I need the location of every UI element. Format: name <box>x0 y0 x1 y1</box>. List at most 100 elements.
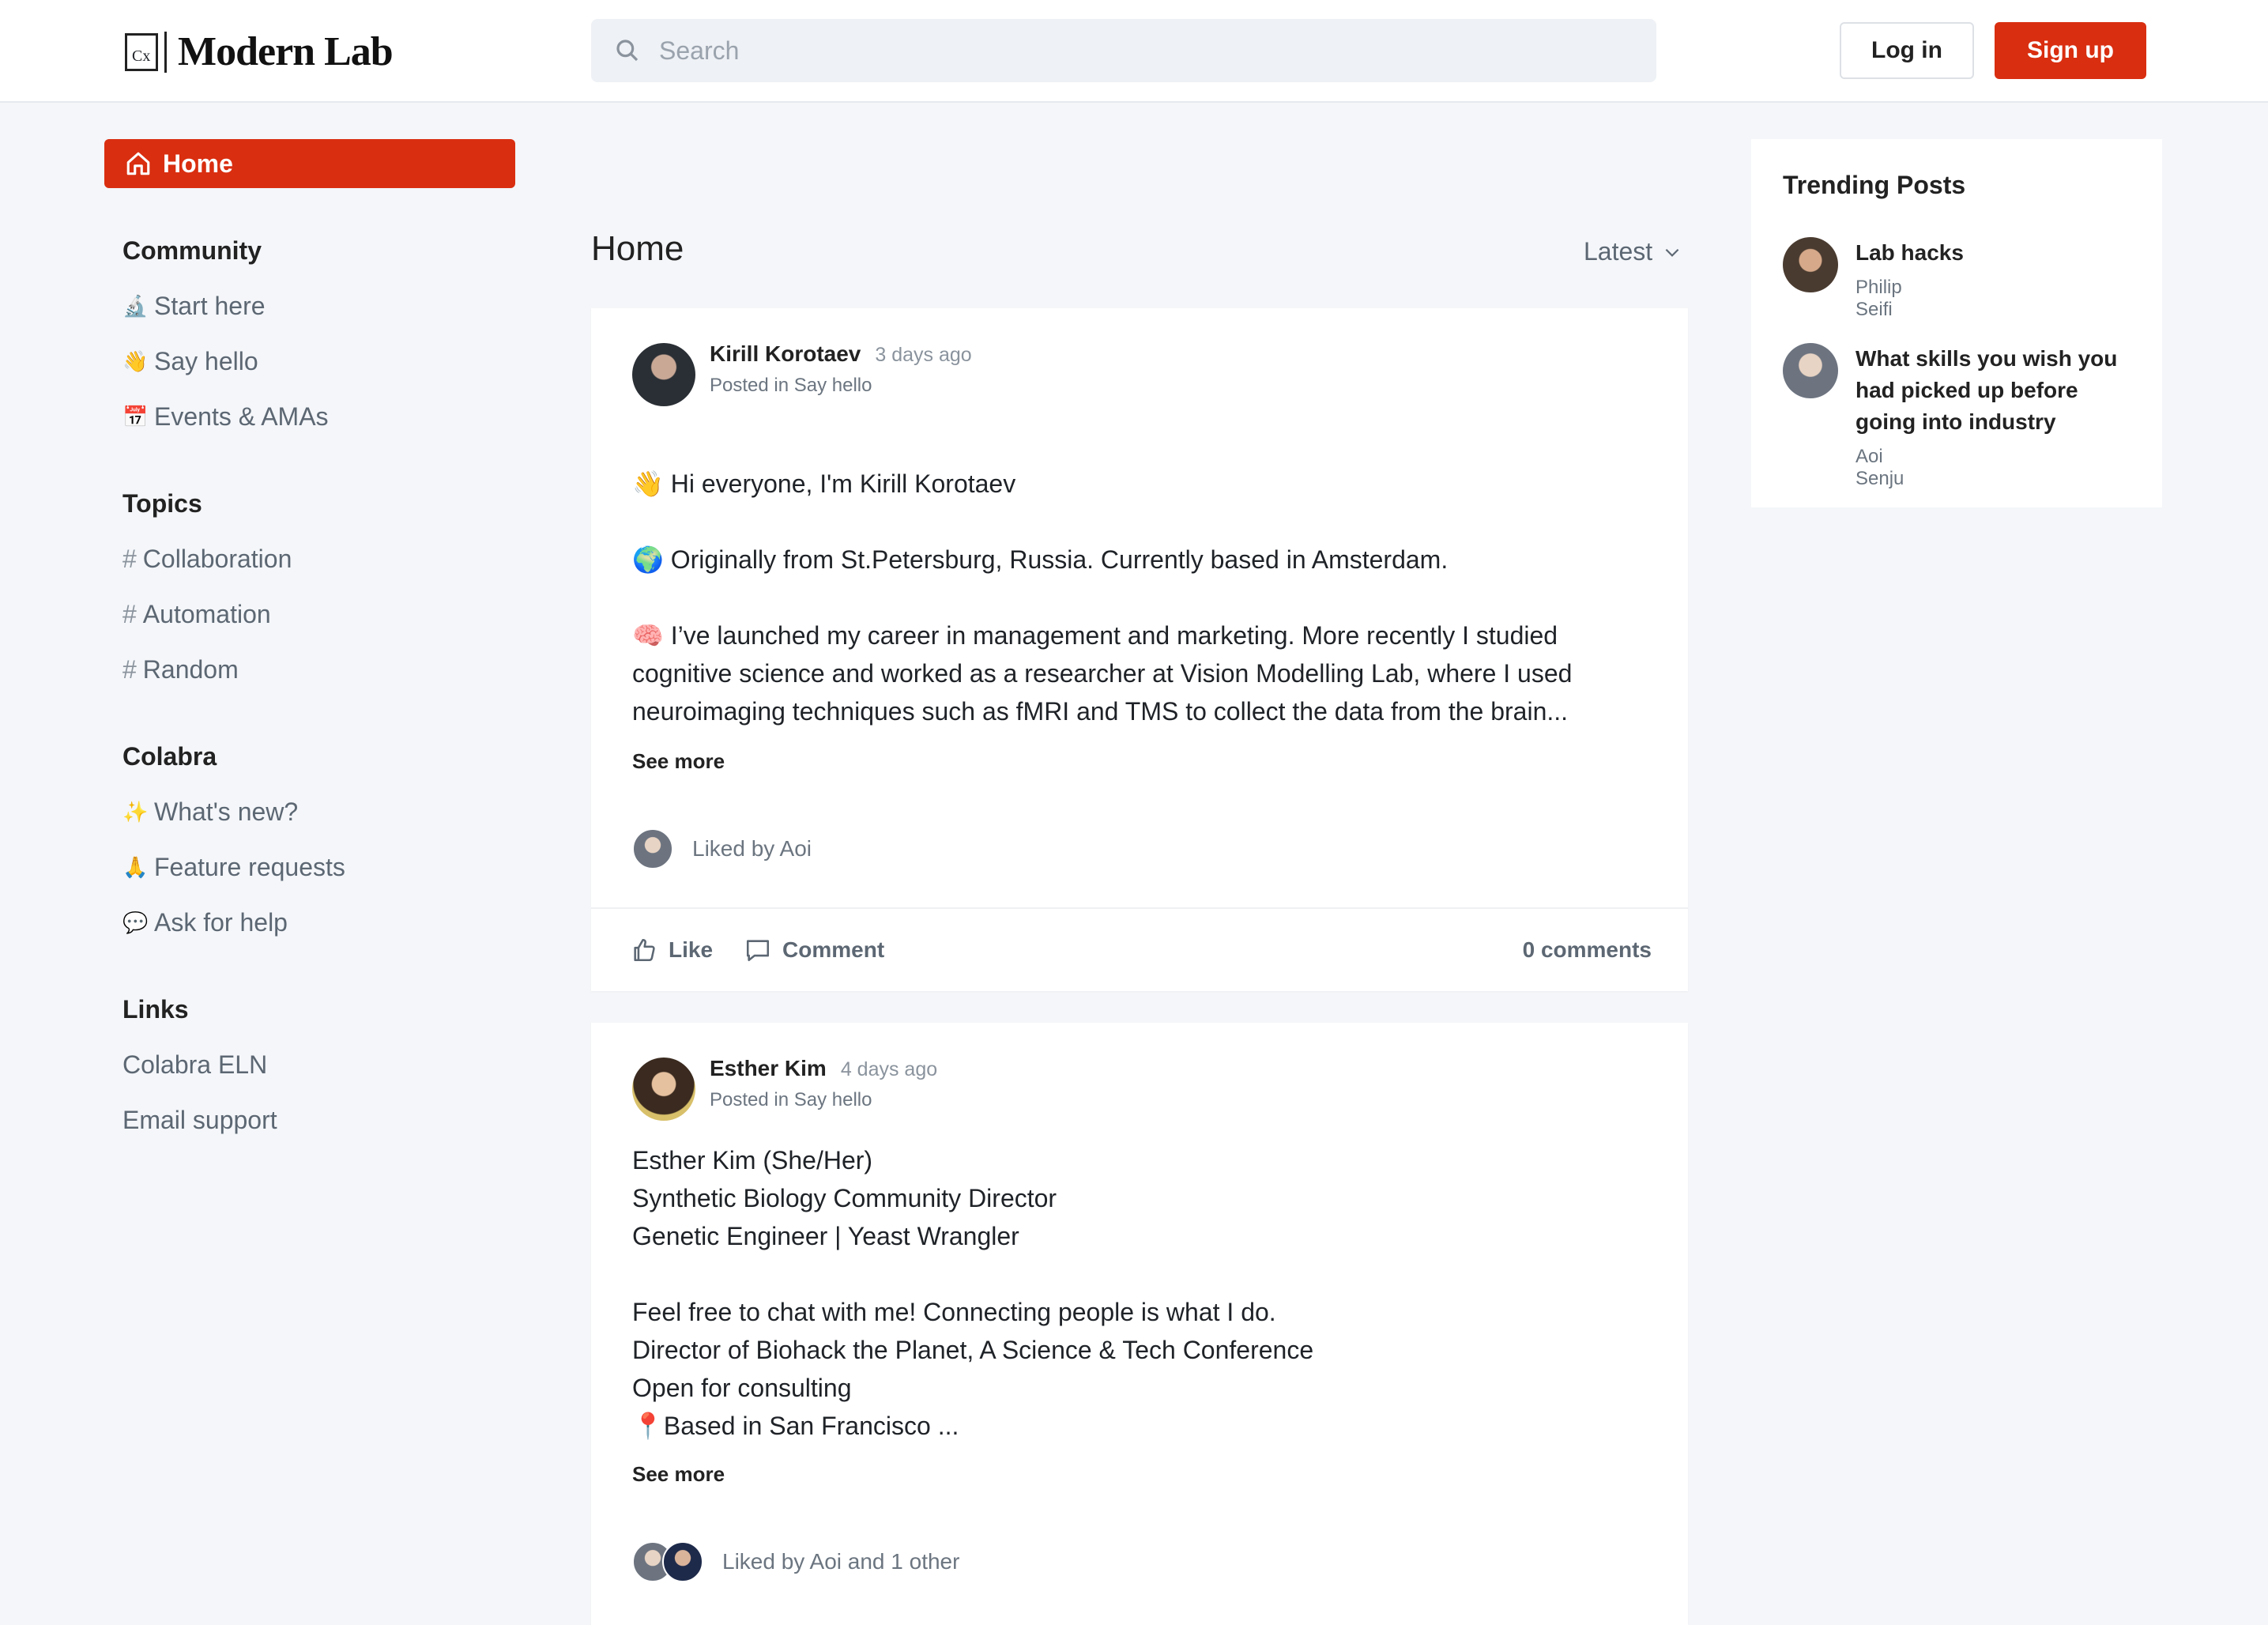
avatar <box>1783 343 1838 398</box>
home-icon <box>126 152 150 175</box>
trending-item-title: What skills you wish you had picked up b… <box>1855 346 2118 434</box>
post-line-spacer <box>632 503 1652 541</box>
posted-in[interactable]: Posted in Say hello <box>710 375 872 397</box>
post-line: 🌍 Originally from St.Petersburg, Russia.… <box>632 545 1449 574</box>
sidebar-item-events[interactable]: 📅 Events & AMAs <box>122 389 329 444</box>
thumbs-up-icon <box>634 938 655 962</box>
see-more-link[interactable]: See more <box>632 749 725 774</box>
avatar <box>1783 237 1838 292</box>
sidebar-item-whats-new[interactable]: ✨ What's new? <box>122 784 345 839</box>
sidebar-heading: Colabra <box>122 742 217 771</box>
post-card: Esther Kim 4 days ago Posted in Say hello… <box>591 1023 1688 1625</box>
sidebar-item-label: What's new? <box>154 797 299 826</box>
avatar[interactable] <box>632 343 695 406</box>
logo-mark: Cx <box>125 32 158 71</box>
sidebar-item-label: Say hello <box>154 347 258 375</box>
logo[interactable]: Cx Modern Lab <box>125 28 394 75</box>
avatar[interactable] <box>632 1058 695 1121</box>
liked-by[interactable]: Liked by Aoi and 1 other <box>632 1541 959 1582</box>
post-line: Feel free to chat with me! Connecting pe… <box>632 1298 1276 1326</box>
sidebar-item-random[interactable]: # Random <box>122 642 292 697</box>
post-line: Director of Biohack the Planet, A Scienc… <box>632 1336 1314 1364</box>
post-line: Synthetic Biology Community Director <box>632 1184 1057 1212</box>
trending-posts-panel: Trending Posts Lab hacks Philip Seifi Wh… <box>1751 139 2162 507</box>
sidebar-section-colabra: Colabra ✨ What's new? 🙏 Feature requests 💬… <box>122 729 345 950</box>
sort-label: Latest <box>1584 237 1653 266</box>
sidebar-section-community: Community 🔬 Start here 👋 Say hello 📅 Events… <box>122 223 329 444</box>
post-actions: Like Comment 0 comments <box>591 907 1688 991</box>
post-body: 👋 Hi everyone, I'm Kirill Korotaev 🌍 Ori… <box>632 465 1652 730</box>
liked-by[interactable]: Liked by Aoi <box>632 828 812 869</box>
login-button[interactable]: Log in <box>1840 22 1974 79</box>
sidebar-item-label: Events & AMAs <box>154 402 329 431</box>
post-line: 👋 Hi everyone, I'm Kirill Korotaev <box>632 469 1016 498</box>
hash-icon: # <box>122 545 137 573</box>
sidebar-section-links: Links Colabra ELN Email support <box>122 982 277 1148</box>
post-line-spacer <box>632 579 1652 616</box>
posted-in[interactable]: Posted in Say hello <box>710 1089 872 1111</box>
sidebar-item-automation[interactable]: # Automation <box>122 586 292 642</box>
post-line: 📍Based in San Francisco ... <box>632 1412 959 1440</box>
trending-item-author: Aoi Senju <box>1855 446 1904 489</box>
post-card: Kirill Korotaev 3 days ago Posted in Say … <box>591 308 1688 991</box>
like-label: Like <box>669 937 714 962</box>
comment-button[interactable]: Comment <box>744 937 884 963</box>
post-author[interactable]: Esther Kim 4 days ago <box>710 1056 937 1081</box>
post-body: Esther Kim (She/Her) Synthetic Biology C… <box>632 1141 1652 1445</box>
sidebar-item-label: Email support <box>122 1106 277 1134</box>
sidebar-item-ask-for-help[interactable]: 💬 Ask for help <box>122 895 345 950</box>
sidebar-item-label: Automation <box>142 600 271 628</box>
search-input[interactable] <box>657 35 1609 66</box>
sidebar-item-feature-requests[interactable]: 🙏 Feature requests <box>122 839 345 895</box>
avatar <box>662 1541 703 1582</box>
calendar-icon: 📅 <box>122 405 149 428</box>
pray-icon: 🙏 <box>122 855 149 879</box>
sidebar-item-label: Colabra ELN <box>122 1050 268 1079</box>
comments-count[interactable]: 0 comments <box>1523 937 1652 963</box>
sidebar-item-home[interactable]: Home <box>104 139 515 188</box>
trending-title: Trending Posts <box>1783 171 1966 199</box>
sidebar-item-label: Feature requests <box>154 853 345 881</box>
liked-by-text: Liked by Aoi <box>692 836 812 861</box>
page-title: Home <box>591 229 684 268</box>
sidebar-section-topics: Topics # Collaboration # Automation # Rando… <box>122 476 292 697</box>
sidebar-item-say-hello[interactable]: 👋 Say hello <box>122 334 329 389</box>
sidebar-item-label: Collaboration <box>142 545 292 573</box>
post-time: 4 days ago <box>840 1058 938 1080</box>
sidebar-item-email-support[interactable]: Email support <box>122 1092 277 1148</box>
post-line: Genetic Engineer | Yeast Wrangler <box>632 1222 1019 1250</box>
sidebar-heading: Community <box>122 236 262 265</box>
sparkles-icon: ✨ <box>122 800 149 824</box>
liked-by-text: Liked by Aoi and 1 other <box>722 1549 960 1574</box>
hash-icon: # <box>122 600 137 628</box>
comment-icon <box>747 940 770 962</box>
post-time: 3 days ago <box>875 344 972 366</box>
top-bar: Cx Modern Lab Log in Sign up <box>0 0 2268 103</box>
trending-item-title: Lab hacks <box>1855 240 1964 265</box>
sidebar-item-start-here[interactable]: 🔬 Start here <box>122 278 329 334</box>
like-button[interactable]: Like <box>631 937 713 963</box>
signup-button[interactable]: Sign up <box>1995 22 2146 79</box>
sidebar-item-colabra-eln[interactable]: Colabra ELN <box>122 1037 277 1092</box>
search-icon <box>616 40 639 62</box>
sort-dropdown[interactable]: Latest <box>1584 237 1682 266</box>
post-line: 🧠 I’ve launched my career in management … <box>632 621 1573 726</box>
microscope-icon: 🔬 <box>122 294 149 318</box>
sidebar-item-collaboration[interactable]: # Collaboration <box>122 531 292 586</box>
speech-bubble-icon: 💬 <box>122 911 149 934</box>
see-more-link[interactable]: See more <box>632 1462 725 1487</box>
post-author[interactable]: Kirill Korotaev 3 days ago <box>710 341 972 367</box>
sidebar-heading: Links <box>122 995 189 1024</box>
wave-icon: 👋 <box>122 349 149 373</box>
sidebar-item-label: Ask for help <box>154 908 288 937</box>
logo-text: Modern Lab <box>178 29 394 74</box>
post-line: Open for consulting <box>632 1374 852 1402</box>
avatar <box>632 828 673 869</box>
search-bar[interactable] <box>591 19 1656 82</box>
chevron-down-icon <box>1665 248 1679 257</box>
hash-icon: # <box>122 655 137 684</box>
sidebar-heading: Topics <box>122 489 202 518</box>
sidebar-item-label: Start here <box>154 292 266 320</box>
comment-label: Comment <box>782 937 885 962</box>
post-line-spacer <box>632 1255 1652 1293</box>
